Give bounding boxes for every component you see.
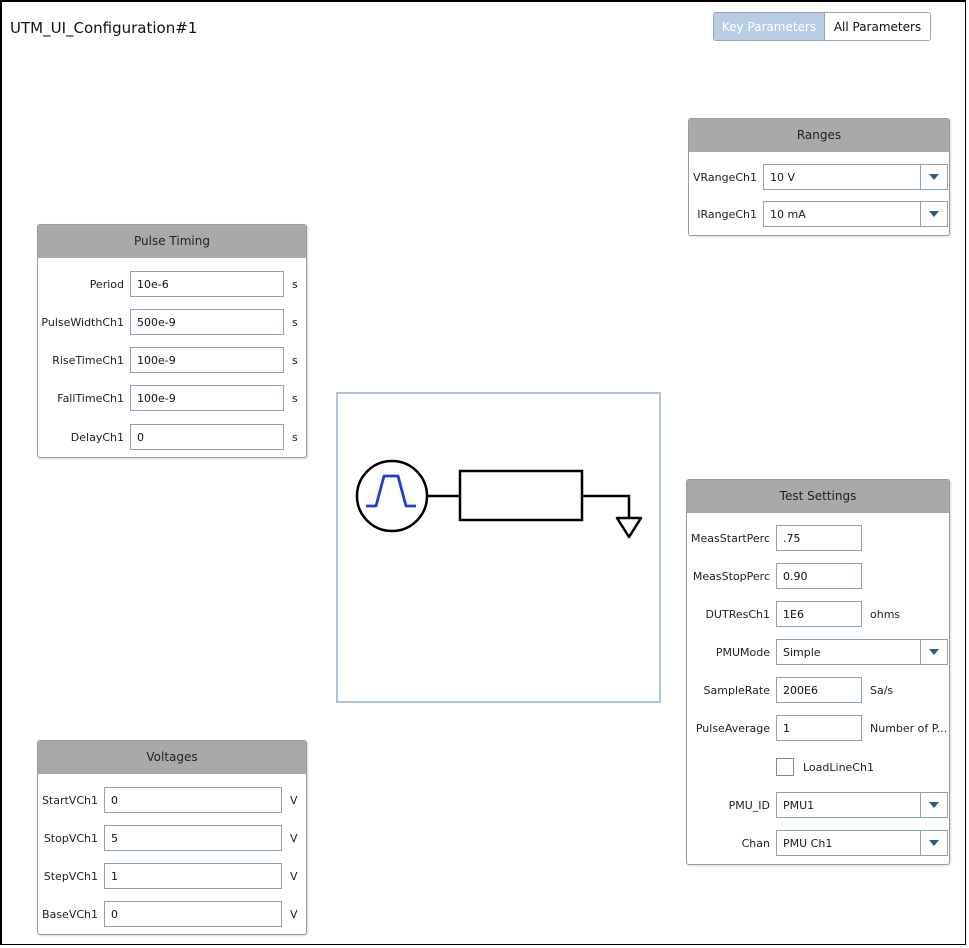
pulse-timing-title: Pulse Timing	[38, 225, 306, 258]
dutres-unit: ohms	[870, 607, 901, 621]
irange-value: 10 mA	[770, 207, 806, 221]
base-v-label: BaseVCh1	[42, 907, 98, 921]
pmumode-select[interactable]: Simple	[776, 639, 948, 665]
delay-unit: s	[292, 430, 298, 444]
pulse-width-input[interactable]: 500e-9	[130, 309, 284, 335]
test-settings-title: Test Settings	[687, 480, 949, 513]
loadline-row: LoadLineCh1	[776, 754, 874, 780]
meas-start-input[interactable]: .75	[776, 525, 862, 551]
circuit-diagram-graphic	[355, 459, 643, 539]
resistor-icon	[458, 469, 584, 522]
voltages-title: Voltages	[38, 741, 306, 774]
chevron-down-icon	[920, 165, 947, 189]
samplerate-unit: Sa/s	[870, 683, 894, 697]
pulse-width-label: PulseWidthCh1	[41, 315, 124, 329]
pmumode-label: PMUMode	[715, 645, 770, 659]
samplerate-label: SampleRate	[703, 683, 770, 697]
step-v-input[interactable]: 1	[104, 863, 282, 889]
pulse-average-input[interactable]: 1	[776, 715, 862, 741]
pmu-id-select[interactable]: PMU1	[776, 792, 948, 818]
voltages-panel: Voltages StartVCh1 0 V StopVCh1 5 V Step…	[37, 740, 307, 935]
vrange-label: VRangeCh1	[692, 170, 757, 184]
fall-time-unit: s	[292, 391, 298, 405]
fall-time-input[interactable]: 100e-9	[130, 385, 284, 411]
all-parameters-tab[interactable]: All Parameters	[824, 13, 930, 40]
base-v-input[interactable]: 0	[104, 901, 282, 927]
loadline-checkbox[interactable]	[776, 758, 794, 776]
stop-v-unit: V	[290, 831, 298, 845]
chan-select[interactable]: PMU Ch1	[776, 830, 948, 856]
chan-label: Chan	[741, 836, 770, 850]
chevron-down-icon	[920, 793, 947, 817]
loadline-label: LoadLineCh1	[803, 760, 874, 774]
pmu-id-value: PMU1	[783, 798, 815, 812]
start-v-label: StartVCh1	[41, 793, 98, 807]
ground-icon	[582, 494, 643, 539]
pulse-source-icon	[355, 459, 429, 533]
base-v-unit: V	[290, 907, 298, 921]
app-title: UTM_UI_Configuration#1	[10, 19, 198, 37]
chevron-down-icon	[920, 831, 947, 855]
meas-start-label: MeasStartPerc	[691, 531, 770, 545]
chevron-down-icon	[920, 202, 947, 226]
period-label: Period	[89, 277, 124, 291]
stop-v-input[interactable]: 5	[104, 825, 282, 851]
rise-time-unit: s	[292, 353, 298, 367]
circuit-diagram	[336, 392, 661, 703]
pmumode-value: Simple	[783, 645, 821, 659]
ranges-panel: Ranges VRangeCh1 10 V IRangeCh1 10 mA	[688, 118, 950, 236]
view-toggle: Key Parameters All Parameters	[713, 12, 931, 41]
start-v-input[interactable]: 0	[104, 787, 282, 813]
pulse-average-unit: Number of P...	[870, 721, 948, 735]
pulse-average-label: PulseAverage	[695, 721, 770, 735]
fall-time-label: FallTimeCh1	[57, 391, 124, 405]
dutres-label: DUTResCh1	[705, 607, 770, 621]
ranges-title: Ranges	[689, 119, 949, 152]
pmu-id-label: PMU_ID	[728, 798, 770, 812]
rise-time-input[interactable]: 100e-9	[130, 347, 284, 373]
key-parameters-tab[interactable]: Key Parameters	[714, 13, 824, 40]
stop-v-label: StopVCh1	[43, 831, 98, 845]
meas-stop-label: MeasStopPerc	[692, 569, 770, 583]
step-v-label: StepVCh1	[43, 869, 98, 883]
irange-label: IRangeCh1	[697, 207, 757, 221]
pulse-timing-panel: Pulse Timing Period 10e-6 s PulseWidthCh…	[37, 224, 307, 458]
chan-value: PMU Ch1	[783, 836, 833, 850]
pulse-width-unit: s	[292, 315, 298, 329]
period-unit: s	[292, 277, 298, 291]
period-input[interactable]: 10e-6	[130, 271, 284, 297]
rise-time-label: RiseTimeCh1	[52, 353, 124, 367]
step-v-unit: V	[290, 869, 298, 883]
delay-input[interactable]: 0	[130, 424, 284, 450]
vrange-value: 10 V	[770, 170, 796, 184]
start-v-unit: V	[290, 793, 298, 807]
dutres-input[interactable]: 1E6	[776, 601, 862, 627]
vrange-select[interactable]: 10 V	[763, 164, 948, 190]
samplerate-input[interactable]: 200E6	[776, 677, 862, 703]
chevron-down-icon	[920, 640, 947, 664]
test-settings-panel: Test Settings MeasStartPerc .75 MeasStop…	[686, 479, 950, 865]
irange-select[interactable]: 10 mA	[763, 201, 948, 227]
meas-stop-input[interactable]: 0.90	[776, 563, 862, 589]
delay-label: DelayCh1	[70, 430, 124, 444]
